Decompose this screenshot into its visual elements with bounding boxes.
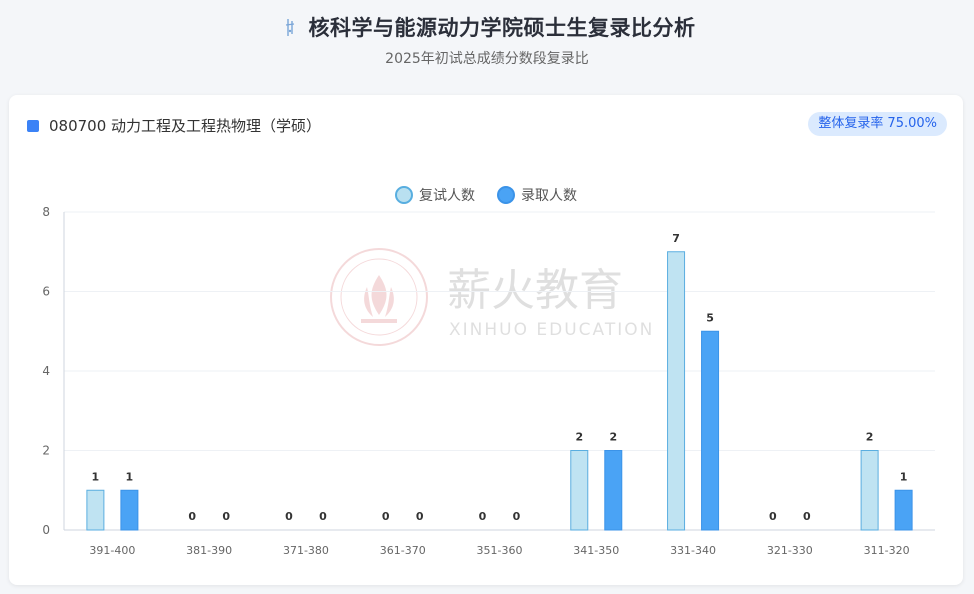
data-label: 7 bbox=[672, 232, 680, 245]
data-label: 0 bbox=[769, 510, 777, 523]
page-header: 核科学与能源动力学院硕士生复录比分析 2025年初试总成绩分数段复录比 bbox=[0, 0, 974, 92]
bar-interview bbox=[667, 251, 686, 531]
bar-admit bbox=[894, 489, 913, 531]
x-tick-label: 381-390 bbox=[186, 544, 232, 557]
data-label: 1 bbox=[92, 470, 100, 483]
bar-chart: 0 2 4 6 8 1 1 391-400 0 0 381-390 0 0 371-380 0 0 361-37… bbox=[42, 205, 935, 557]
data-label: 0 bbox=[285, 510, 293, 523]
data-label: 2 bbox=[866, 431, 874, 444]
data-label: 0 bbox=[382, 510, 390, 523]
data-label: 5 bbox=[706, 311, 714, 324]
x-tick-label: 361-370 bbox=[380, 544, 426, 557]
data-label: 2 bbox=[609, 431, 617, 444]
y-tick-label: 4 bbox=[42, 364, 50, 378]
x-tick-label: 341-350 bbox=[573, 544, 619, 557]
title-row: 核科学与能源动力学院硕士生复录比分析 bbox=[0, 12, 974, 42]
y-tick-label: 0 bbox=[42, 523, 50, 537]
y-tick-label: 6 bbox=[42, 285, 50, 299]
bar-admit bbox=[604, 450, 623, 531]
bar-interview bbox=[86, 489, 105, 531]
y-tick-label: 8 bbox=[42, 205, 50, 219]
bar-interview bbox=[570, 450, 589, 531]
page-title: 核科学与能源动力学院硕士生复录比分析 bbox=[308, 16, 696, 40]
data-label: 0 bbox=[416, 510, 424, 523]
data-label: 1 bbox=[126, 470, 134, 483]
y-tick-label: 2 bbox=[42, 444, 50, 458]
data-label: 0 bbox=[222, 510, 230, 523]
x-tick-label: 351-360 bbox=[477, 544, 523, 557]
data-label: 0 bbox=[479, 510, 487, 523]
bar-admit bbox=[701, 330, 720, 531]
data-label: 1 bbox=[900, 470, 908, 483]
page-subtitle: 2025年初试总成绩分数段复录比 bbox=[385, 51, 589, 67]
x-tick-label: 391-400 bbox=[89, 544, 135, 557]
data-label: 0 bbox=[188, 510, 196, 523]
data-label: 0 bbox=[803, 510, 811, 523]
x-tick-label: 371-380 bbox=[283, 544, 329, 557]
data-label: 0 bbox=[319, 510, 327, 523]
x-tick-label: 311-320 bbox=[864, 544, 910, 557]
chart-card: 080700 动力工程及工程热物理（学硕） 整体复录率 75.00% 复试人数 录… bbox=[9, 95, 963, 585]
bar-admit bbox=[120, 489, 139, 531]
data-label: 2 bbox=[575, 431, 583, 444]
x-tick-label: 331-340 bbox=[670, 544, 716, 557]
x-tick-label: 321-330 bbox=[767, 544, 813, 557]
data-label: 0 bbox=[513, 510, 521, 523]
bar-interview bbox=[860, 450, 879, 531]
atom-icon bbox=[285, 19, 294, 36]
